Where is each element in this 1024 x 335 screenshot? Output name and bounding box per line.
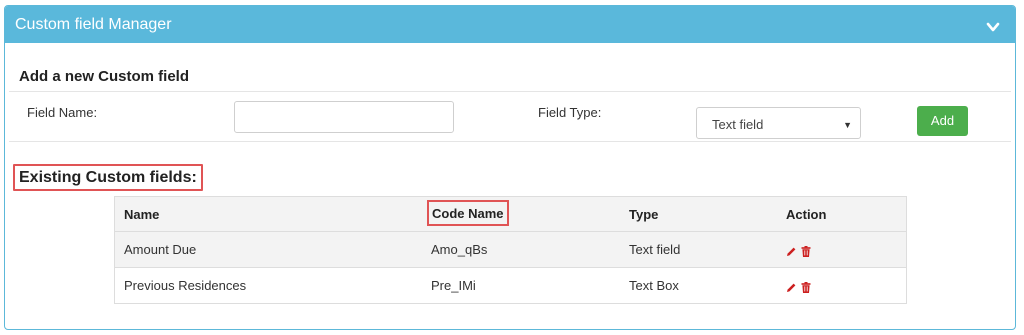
- custom-fields-table: Name Code Name Type Action Amount Due Am…: [114, 196, 907, 304]
- field-name-label: Field Name:: [27, 105, 98, 120]
- field-name-cell: Previous Residences: [124, 278, 247, 293]
- column-header-name: Name: [124, 207, 160, 222]
- delete-trash-icon[interactable]: [801, 282, 811, 294]
- custom-field-manager-panel: Custom field Manager Add a new Custom fi…: [4, 5, 1016, 330]
- code-name-cell: Pre_IMi: [431, 278, 476, 293]
- divider: [9, 141, 1011, 142]
- field-name-cell: Amount Due: [124, 242, 197, 257]
- add-section-title: Add a new Custom field: [19, 68, 190, 85]
- table-header-row: Name Code Name Type Action: [115, 197, 906, 231]
- edit-pencil-icon[interactable]: [786, 282, 797, 293]
- column-header-code-name: Code Name: [427, 200, 509, 226]
- field-type-selected: Text field: [712, 117, 764, 132]
- action-cell: [786, 279, 811, 297]
- table-row: Previous Residences Pre_IMi Text Box: [115, 267, 906, 303]
- column-header-action: Action: [786, 207, 827, 222]
- action-cell: [786, 243, 811, 261]
- edit-pencil-icon[interactable]: [786, 246, 797, 257]
- panel-title: Custom field Manager: [15, 16, 172, 33]
- divider: [9, 91, 1011, 92]
- table-row: Amount Due Amo_qBs Text field: [115, 231, 906, 267]
- delete-trash-icon[interactable]: [801, 246, 811, 258]
- chevron-down-icon[interactable]: [986, 20, 1000, 34]
- field-type-label: Field Type:: [538, 105, 602, 120]
- dropdown-arrow-icon: ▼: [843, 120, 852, 130]
- column-header-type: Type: [629, 207, 659, 222]
- code-name-cell: Amo_qBs: [431, 242, 488, 257]
- field-type-select[interactable]: Text field ▼: [696, 107, 861, 139]
- type-cell: Text Box: [629, 278, 679, 293]
- type-cell: Text field: [629, 242, 681, 257]
- existing-fields-title: Existing Custom fields:: [13, 164, 203, 191]
- panel-header[interactable]: Custom field Manager: [5, 6, 1015, 43]
- add-button[interactable]: Add: [917, 106, 968, 136]
- field-name-input[interactable]: [234, 101, 454, 133]
